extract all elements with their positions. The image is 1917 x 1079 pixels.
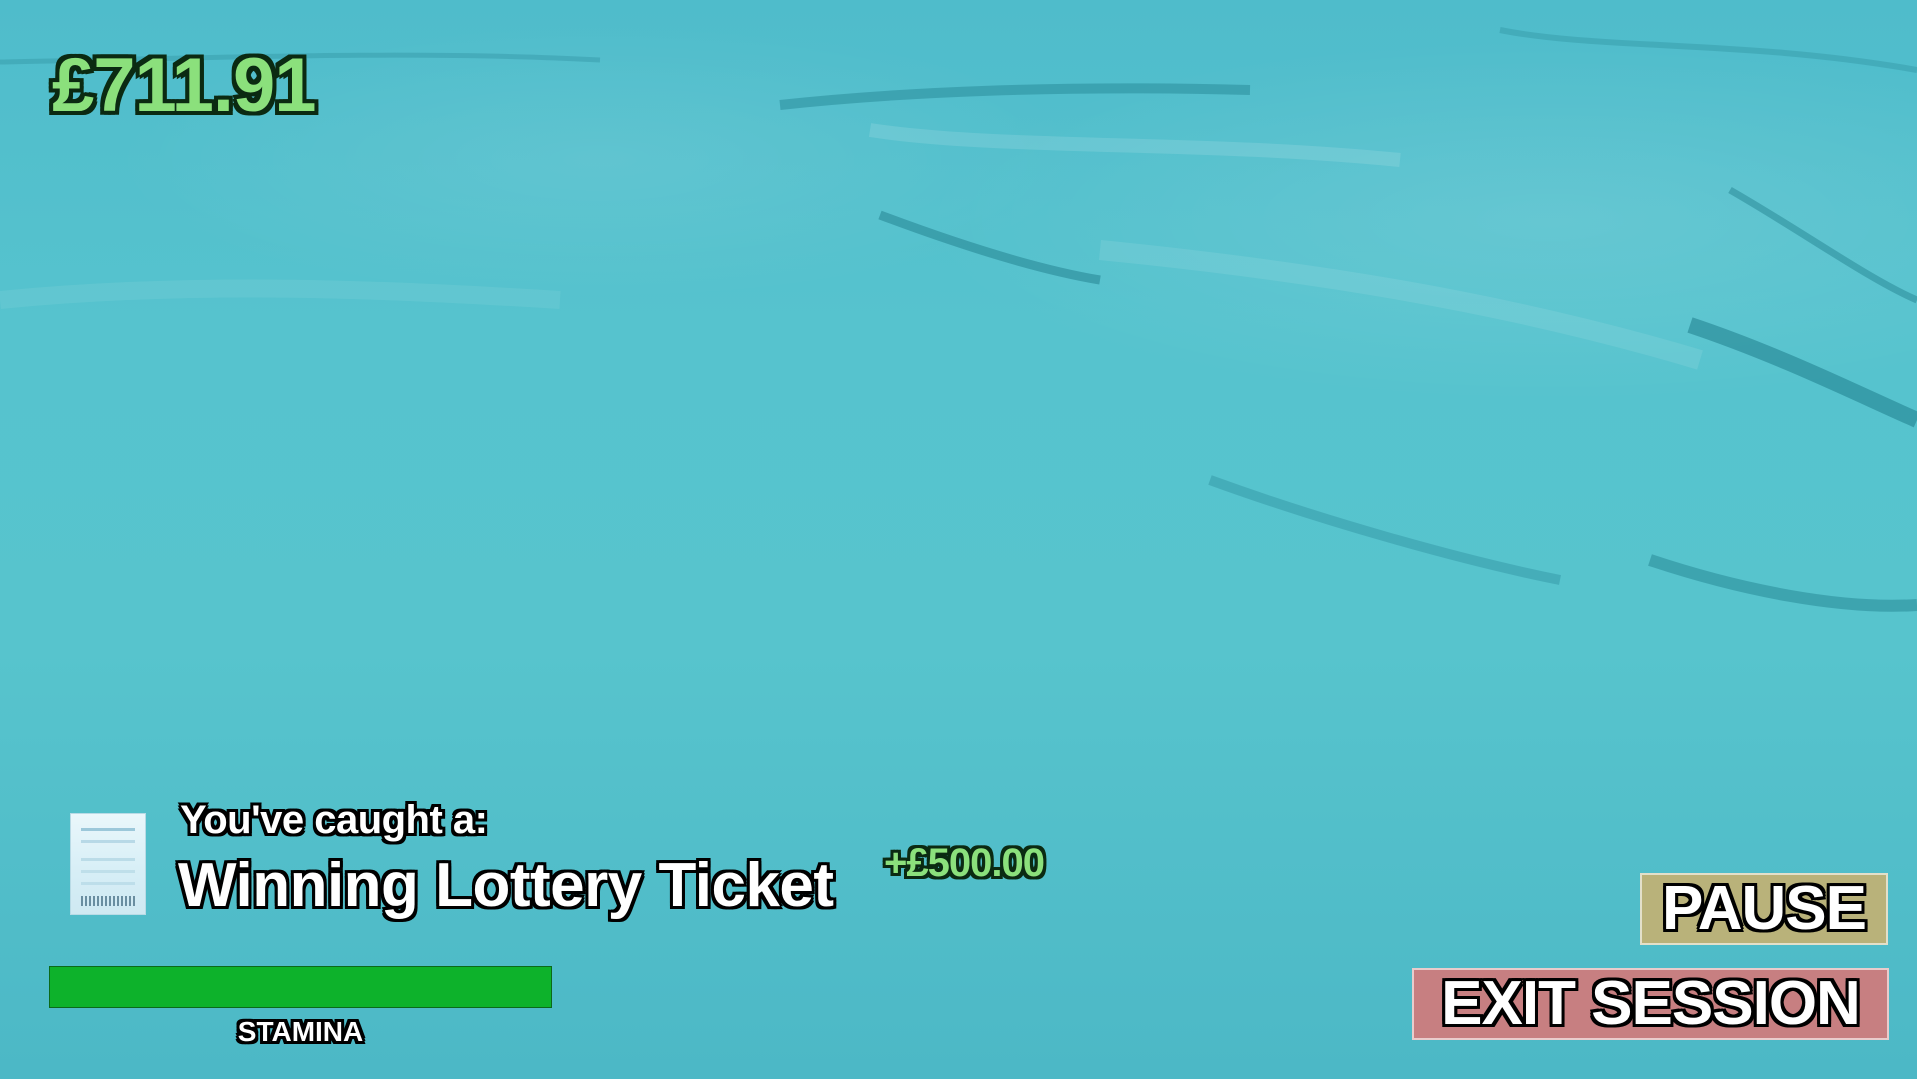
stamina-label: STAMINA xyxy=(237,1016,364,1047)
pause-button[interactable]: PAUSE xyxy=(1640,873,1888,945)
reward-amount: +£500.00 xyxy=(884,841,1045,885)
ticket-decoration xyxy=(81,882,135,885)
caught-label: You've caught a: xyxy=(180,798,488,842)
caught-item-name: Winning Lottery Ticket xyxy=(178,851,834,920)
stamina-bar xyxy=(49,966,552,1008)
money-counter: £711.91 xyxy=(52,43,317,128)
ticket-barcode xyxy=(81,896,135,906)
ticket-decoration xyxy=(81,870,135,873)
exit-session-button[interactable]: EXIT SESSION xyxy=(1412,968,1889,1040)
ticket-decoration xyxy=(81,828,135,831)
ticket-decoration xyxy=(81,840,135,843)
lottery-ticket-icon xyxy=(70,813,146,915)
ticket-decoration xyxy=(81,858,135,861)
stamina-fill xyxy=(50,967,551,1007)
